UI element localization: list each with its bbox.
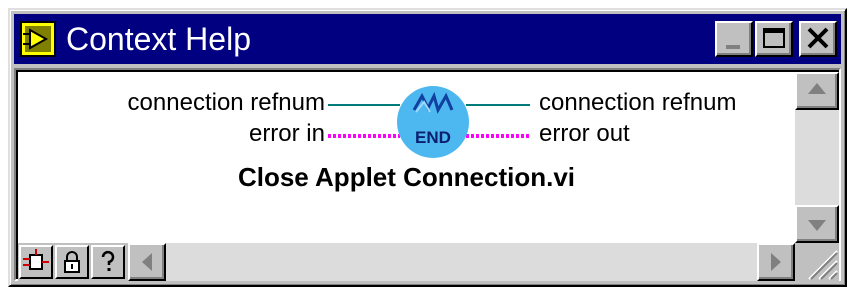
scroll-up-button[interactable] [795,72,839,110]
window-title: Context Help [66,21,251,57]
vi-name: Close Applet Connection.vi [237,162,576,192]
close-icon [807,27,829,49]
labview-context-help-icon[interactable] [20,21,56,57]
help-content: END connection refnum error in connectio… [18,72,795,243]
input-label-error-in: error in [248,120,325,147]
output-label-error-out: error out [539,120,630,147]
scroll-right-button[interactable] [757,243,795,281]
vertical-scrollbar[interactable] [795,72,839,243]
input-label-connection-refnum: connection refnum [127,89,325,116]
context-help-window: Context Help END connection refnum error… [8,8,847,287]
maximize-icon [763,28,785,48]
minimize-button[interactable] [715,21,753,57]
scroll-left-button[interactable] [128,243,166,281]
scroll-up-arrow-icon [808,83,826,94]
help-question-icon [101,250,115,271]
help-client-area: END connection refnum error in connectio… [14,68,841,281]
lock-icon [64,251,80,273]
scroll-down-arrow-icon [808,220,826,231]
scroll-down-button[interactable] [795,205,839,243]
scroll-right-arrow-icon [771,253,781,271]
help-button[interactable] [91,245,125,279]
vi-icon-text: END [415,128,451,147]
bottom-toolbar [18,243,839,281]
close-applet-connection-icon: END [397,86,469,158]
lock-button[interactable] [55,245,89,279]
close-button[interactable] [799,21,837,57]
scroll-left-arrow-icon [142,253,152,271]
title-bar[interactable]: Context Help [14,14,841,64]
output-label-connection-refnum: connection refnum [539,89,737,116]
maximize-button[interactable] [755,21,793,57]
resize-grip-icon[interactable] [795,243,839,281]
connector-pane-diagram: END [328,86,530,158]
horizontal-scrollbar[interactable] [128,243,795,281]
minimize-icon [726,45,740,49]
show-simple-diagram-icon [23,249,49,270]
show-simple-diagram-button[interactable] [19,245,53,279]
